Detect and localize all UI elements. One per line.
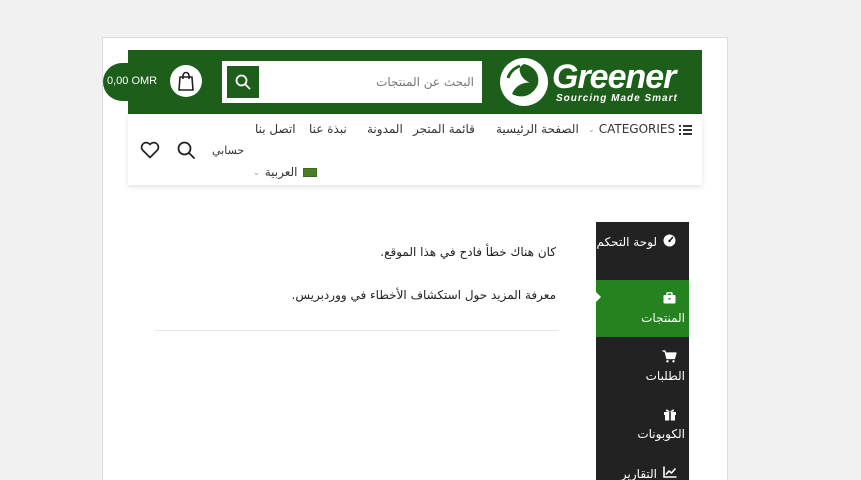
cart-button[interactable] — [170, 65, 202, 97]
search-input[interactable] — [266, 66, 476, 98]
dashboard-icon — [663, 234, 676, 247]
sidebar-item-products[interactable]: المنتجات — [596, 290, 689, 336]
nav-account[interactable]: حسابي — [212, 144, 244, 157]
language-label: العربية — [264, 165, 298, 179]
search-icon — [177, 141, 195, 159]
search-button[interactable] — [227, 66, 259, 98]
header-search-button[interactable] — [175, 139, 197, 161]
cart-icon — [662, 350, 677, 363]
nav-blog[interactable]: المدونة — [367, 122, 403, 136]
leaf-logo-icon — [500, 58, 548, 106]
flag-icon — [302, 167, 317, 177]
chart-icon — [663, 466, 677, 478]
cart-total[interactable]: 0,00 OMR — [107, 75, 157, 87]
nav-categories[interactable]: ⌄ CATEGORIES — [588, 122, 693, 136]
sidebar-item-dashboard[interactable]: لوحة التحكم — [596, 232, 689, 278]
sidebar-item-orders[interactable]: الطلبات — [596, 348, 689, 394]
list-icon — [679, 124, 693, 135]
sidebar-item-coupons[interactable]: الكوبونات — [596, 406, 689, 452]
briefcase-icon — [663, 292, 676, 304]
error-message: كان هناك خطأ فادح في هذا الموقع. — [380, 245, 556, 259]
wishlist-button[interactable] — [139, 139, 161, 161]
chevron-down-icon: ⌄ — [253, 167, 260, 177]
shopping-bag-icon — [178, 71, 194, 91]
brand-tagline: Sourcing Made Smart — [556, 93, 678, 104]
divider — [155, 330, 559, 331]
nav-shop[interactable]: قائمة المتجر — [413, 122, 475, 136]
sidebar-item-reports[interactable]: التقارير — [596, 464, 689, 480]
brand-logo[interactable]: Greener Sourcing Made Smart — [498, 53, 694, 111]
help-link[interactable]: معرفة المزيد حول استكشاف الأخطاء في وورد… — [260, 288, 556, 302]
nav-home[interactable]: الصفحة الرئيسية — [496, 122, 579, 136]
nav-about[interactable]: نبذة عنا — [309, 122, 347, 136]
heart-icon — [140, 141, 160, 159]
search-form — [222, 61, 482, 103]
nav-contact[interactable]: اتصل بنا — [255, 122, 296, 136]
search-icon — [235, 74, 251, 90]
brand-name: Greener — [552, 58, 676, 96]
chevron-down-icon: ⌄ — [588, 124, 595, 134]
language-switcher[interactable]: ⌄ العربية — [253, 165, 317, 179]
gift-icon — [664, 409, 676, 421]
nav-categories-label: CATEGORIES — [598, 122, 676, 136]
